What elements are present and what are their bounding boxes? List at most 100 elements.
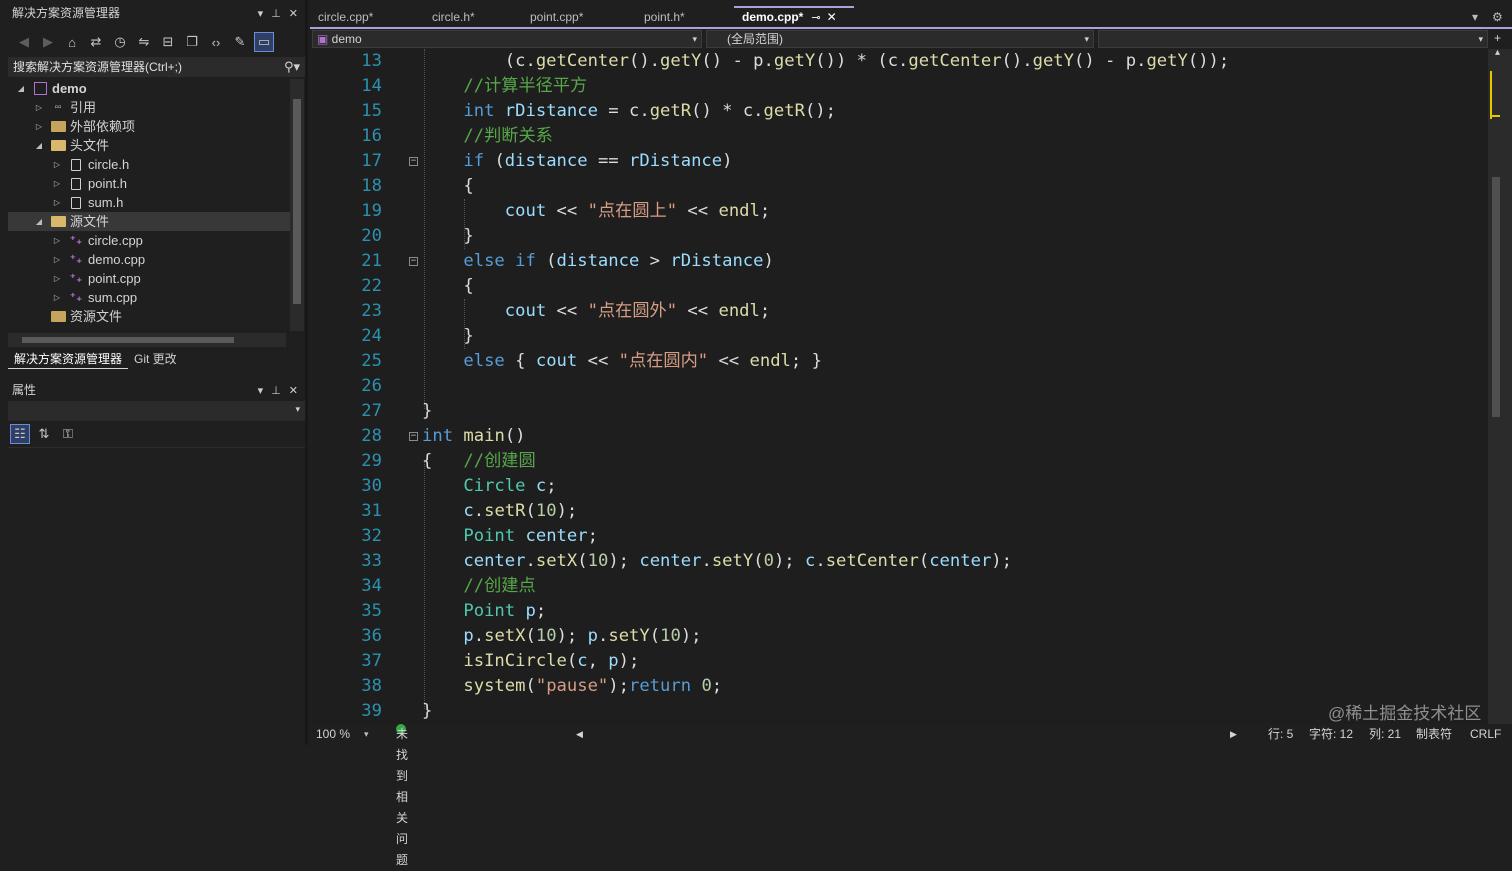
code-line[interactable]: 38 system("pause");return 0; xyxy=(312,674,1488,699)
code-line[interactable]: 20 } xyxy=(312,224,1488,249)
expand-arrow-icon[interactable]: ▷ xyxy=(52,288,62,307)
zoom-dropdown-icon[interactable]: ▾ xyxy=(364,724,369,745)
fold-toggle-icon[interactable]: − xyxy=(409,157,418,166)
code-line[interactable]: 35 Point p; xyxy=(312,599,1488,624)
history-icon[interactable]: ◷ xyxy=(110,32,130,52)
tree-vertical-scrollbar[interactable] xyxy=(290,79,304,331)
expand-arrow-icon[interactable]: ▷ xyxy=(52,174,62,193)
code-line[interactable]: 39} xyxy=(312,699,1488,724)
fold-toggle-icon[interactable]: − xyxy=(409,257,418,266)
tree-item[interactable]: ◢ demo xyxy=(8,79,290,98)
code-line[interactable]: 17 − if (distance == rDistance) xyxy=(312,149,1488,174)
switch-views-icon[interactable]: ⇄ xyxy=(86,32,106,52)
tree-item[interactable]: ◢ 头文件 xyxy=(8,136,290,155)
code-line[interactable]: 22 { xyxy=(312,274,1488,299)
code-line[interactable]: 24 } xyxy=(312,324,1488,349)
code-line[interactable]: 33 center.setX(10); center.setY(0); c.se… xyxy=(312,549,1488,574)
collapse-arrow-icon[interactable]: ◢ xyxy=(34,212,44,231)
tab-point-h[interactable]: point.h* xyxy=(636,6,732,28)
expand-arrow-icon[interactable]: ▷ xyxy=(52,231,62,250)
tree-item[interactable]: ▷ 外部依赖项 xyxy=(8,117,290,136)
tree-item[interactable]: ▷ ⁺₊ circle.cpp xyxy=(8,231,290,250)
code-line[interactable]: 13 (c.getCenter().getY() - p.getY()) * (… xyxy=(312,49,1488,74)
close-icon[interactable]: ✕ xyxy=(289,384,298,397)
code-line[interactable]: 25 else { cout << "点在圆内" << endl; } xyxy=(312,349,1488,374)
expand-arrow-icon[interactable]: ▷ xyxy=(52,193,62,212)
collapse-all-icon[interactable]: ⊟ xyxy=(158,32,178,52)
tab-mode[interactable]: 制表符 xyxy=(1416,724,1452,745)
tab-circle-cpp[interactable]: circle.cpp* xyxy=(310,6,422,28)
expand-arrow-icon[interactable]: ▷ xyxy=(52,250,62,269)
fold-toggle-icon[interactable]: − xyxy=(409,432,418,441)
home-icon[interactable]: ⌂ xyxy=(62,32,82,52)
tree-item[interactable]: ▷ ▫▫ 引用 xyxy=(8,98,290,117)
code-line[interactable]: 32 Point center; xyxy=(312,524,1488,549)
column-number[interactable]: 列: 21 xyxy=(1369,724,1401,745)
code-line[interactable]: 31 c.setR(10); xyxy=(312,499,1488,524)
scrollbar-thumb[interactable] xyxy=(1492,177,1500,417)
code-line[interactable]: 21 − else if (distance > rDistance) xyxy=(312,249,1488,274)
scope-dropdown[interactable]: (全局范围) ▾ xyxy=(706,30,1094,48)
collapse-arrow-icon[interactable]: ◢ xyxy=(16,79,26,98)
sync-icon[interactable]: ⇋ xyxy=(134,32,154,52)
pin-icon[interactable]: ⊥ xyxy=(271,7,281,20)
code-line[interactable]: 36 p.setX(10); p.setY(10); xyxy=(312,624,1488,649)
property-pages-icon[interactable]: ⚿ xyxy=(58,424,78,444)
tree-item[interactable]: ▷ ⁺₊ demo.cpp xyxy=(8,250,290,269)
tree-item[interactable]: ▷ ⁺₊ sum.cpp xyxy=(8,288,290,307)
editor-vertical-scrollbar[interactable]: ▴ xyxy=(1488,47,1512,724)
char-number[interactable]: 字符: 12 xyxy=(1309,724,1353,745)
tab-list-dropdown-icon[interactable]: ▾ xyxy=(1468,6,1488,28)
solution-search-input[interactable]: 搜索解决方案资源管理器(Ctrl+;) ⚲▾ xyxy=(8,57,306,77)
line-number[interactable]: 行: 5 xyxy=(1268,724,1293,745)
properties-wrench-icon[interactable]: ✎ xyxy=(230,32,250,52)
tab-circle-h[interactable]: circle.h* xyxy=(424,6,520,28)
code-line[interactable]: 19 cout << "点在圆上" << endl; xyxy=(312,199,1488,224)
preview-selected-icon[interactable]: ▭ xyxy=(254,32,274,52)
code-line[interactable]: 27} xyxy=(312,399,1488,424)
tree-item[interactable]: ◢ 源文件 xyxy=(8,212,290,231)
settings-gear-icon[interactable]: ⚙ xyxy=(1488,6,1508,28)
panel-splitter[interactable] xyxy=(305,0,308,745)
code-line[interactable]: 26 xyxy=(312,374,1488,399)
code-line[interactable]: 16 //判断关系 xyxy=(312,124,1488,149)
code-editor[interactable]: 13 (c.getCenter().getY() - p.getY()) * (… xyxy=(312,49,1488,724)
tree-item[interactable]: ▷ ⁺₊ point.cpp xyxy=(8,269,290,288)
scroll-left-icon[interactable]: ◀ xyxy=(576,724,583,745)
tree-item[interactable]: ▷ point.h xyxy=(8,174,290,193)
tree-horizontal-scrollbar[interactable] xyxy=(8,333,286,347)
tree-item[interactable]: ▷ circle.h xyxy=(8,155,290,174)
code-line[interactable]: 23 cout << "点在圆外" << endl; xyxy=(312,299,1488,324)
alphabetical-icon[interactable]: ⇅ xyxy=(34,424,54,444)
close-icon[interactable]: ✕ xyxy=(827,10,837,24)
properties-object-select[interactable]: ▾ xyxy=(8,401,306,421)
code-line[interactable]: 29 { //创建圆 xyxy=(312,449,1488,474)
code-line[interactable]: 28 − int main() xyxy=(312,424,1488,449)
code-line[interactable]: 14 //计算半径平方 xyxy=(312,74,1488,99)
pin-icon[interactable]: ⊸ xyxy=(811,12,820,24)
member-dropdown[interactable]: ▾ xyxy=(1098,30,1488,48)
expand-arrow-icon[interactable]: ▷ xyxy=(52,155,62,174)
forward-icon[interactable]: ▶ xyxy=(38,32,58,52)
close-icon[interactable]: ✕ xyxy=(289,7,298,20)
tree-item[interactable]: 资源文件 xyxy=(8,307,290,326)
show-all-files-icon[interactable]: ❐ xyxy=(182,32,202,52)
code-line[interactable]: 30 Circle c; xyxy=(312,474,1488,499)
code-line[interactable]: 15 int rDistance = c.getR() * c.getR(); xyxy=(312,99,1488,124)
project-dropdown[interactable]: ▣ demo ▾ xyxy=(312,30,702,48)
categorized-icon[interactable]: ☷ xyxy=(10,424,30,444)
collapse-arrow-icon[interactable]: ◢ xyxy=(34,136,44,155)
tab-demo-cpp[interactable]: demo.cpp* ⊸ ✕ xyxy=(734,6,854,28)
dropdown-icon[interactable]: ▾ xyxy=(258,384,264,397)
zoom-level[interactable]: 100 % xyxy=(316,724,350,745)
dropdown-icon[interactable]: ▾ xyxy=(258,7,264,20)
pin-icon[interactable]: ⊥ xyxy=(271,384,281,397)
scroll-up-icon[interactable]: ▴ xyxy=(1495,47,1500,58)
split-editor-icon[interactable]: + xyxy=(1490,30,1512,48)
scroll-right-icon[interactable]: ▶ xyxy=(1230,724,1237,745)
search-icon[interactable]: ⚲▾ xyxy=(284,57,300,77)
code-line[interactable]: 34 //创建点 xyxy=(312,574,1488,599)
line-ending[interactable]: CRLF xyxy=(1470,724,1501,745)
tree-item[interactable]: ▷ sum.h xyxy=(8,193,290,212)
tab-solution-explorer[interactable]: 解决方案资源管理器 xyxy=(8,349,129,369)
